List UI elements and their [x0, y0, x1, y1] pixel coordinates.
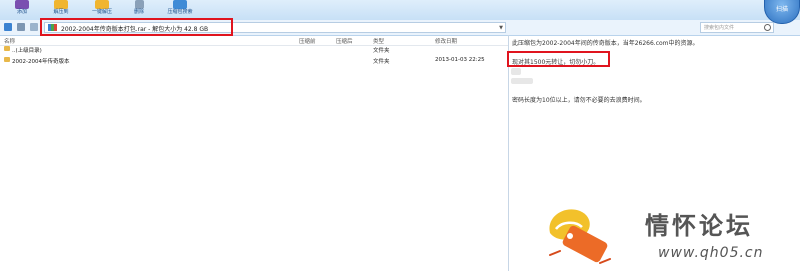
- search-input[interactable]: 搜索包内文件: [700, 22, 774, 33]
- highlight-box-info: [507, 51, 610, 67]
- column-modified[interactable]: 修改日期: [435, 37, 457, 45]
- folder-icon: [4, 57, 10, 62]
- folder-icon: [95, 0, 109, 9]
- table-row[interactable]: ..(上级目录) 文件夹: [0, 45, 508, 54]
- extract-to-button[interactable]: 解压到: [46, 0, 76, 20]
- column-size-before[interactable]: 压缩前: [299, 37, 316, 45]
- column-type[interactable]: 类型: [373, 37, 384, 45]
- forum-watermark: 情怀论坛 www.qh05.cn: [540, 195, 800, 271]
- one-click-extract-button[interactable]: 一键解压: [86, 0, 118, 20]
- info-line-3: 密码长度为10位以上，请勿不必要的去浪费时间。: [512, 97, 646, 104]
- column-name[interactable]: 名称: [4, 37, 15, 45]
- blurred-text: [511, 78, 533, 84]
- folder-extract-icon: [54, 0, 68, 9]
- info-line-1: 此压缩包为2002-2004年间的传奇版本，当年26266.com中的资源。: [512, 40, 699, 47]
- watermark-title: 情怀论坛: [645, 212, 753, 240]
- view-icon[interactable]: [17, 23, 25, 31]
- file-type: 文件夹: [373, 59, 390, 65]
- chevron-down-icon[interactable]: ▼: [499, 25, 503, 31]
- file-name: 2002-2004年传奇版本: [12, 59, 70, 65]
- panel-divider[interactable]: [508, 35, 509, 271]
- column-size-after[interactable]: 压缩后: [336, 37, 353, 45]
- highlight-box-path: [40, 18, 233, 36]
- list-view-icon[interactable]: [30, 23, 38, 31]
- table-row[interactable]: 2002-2004年传奇版本 文件夹 2013-01-03 22:25: [0, 56, 508, 65]
- file-name: ..(上级目录): [12, 48, 42, 54]
- add-icon: [15, 0, 29, 9]
- watermark-url: www.qh05.cn: [658, 245, 764, 261]
- file-date: 2013-01-03 22:25: [435, 57, 485, 63]
- search-archive-icon: [173, 0, 187, 9]
- archive-search-button[interactable]: 压缩包搜索: [160, 0, 200, 20]
- delete-button[interactable]: 删除: [126, 0, 152, 20]
- add-button[interactable]: 添加: [8, 0, 36, 20]
- logo-icon: [549, 209, 611, 264]
- folder-up-icon: [4, 46, 10, 51]
- back-icon[interactable]: [4, 23, 12, 31]
- blurred-text: [511, 68, 521, 75]
- trash-icon: [134, 0, 144, 9]
- file-type: 文件夹: [373, 48, 390, 54]
- search-icon[interactable]: [764, 24, 771, 31]
